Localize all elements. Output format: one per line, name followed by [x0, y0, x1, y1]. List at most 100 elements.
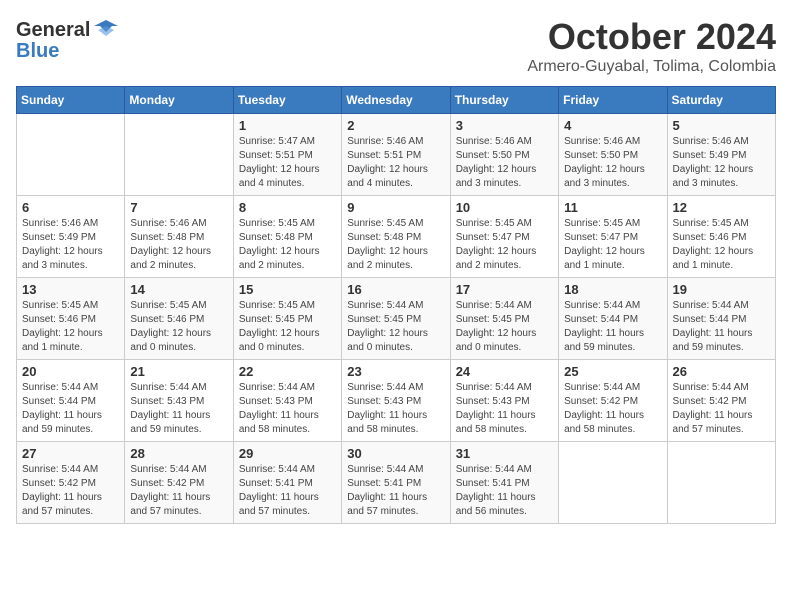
calendar-cell: 31 Sunrise: 5:44 AMSunset: 5:41 PMDayligh…	[450, 442, 558, 524]
day-info: Sunrise: 5:46 AMSunset: 5:50 PMDaylight:…	[564, 135, 661, 191]
day-number: 3	[456, 118, 553, 133]
day-number: 24	[456, 364, 553, 379]
day-info: Sunrise: 5:44 AMSunset: 5:42 PMDaylight:…	[564, 381, 661, 437]
month-title: October 2024	[527, 16, 776, 58]
day-info: Sunrise: 5:46 AMSunset: 5:48 PMDaylight:…	[130, 217, 227, 273]
day-number: 6	[22, 200, 119, 215]
day-info: Sunrise: 5:45 AMSunset: 5:46 PMDaylight:…	[673, 217, 770, 273]
calendar-cell: 29Sunrise: 5:44 AMSunset: 5:41 PMDayligh…	[233, 442, 341, 524]
day-info: Sunrise: 5:45 AMSunset: 5:45 PMDaylight:…	[239, 299, 336, 355]
calendar-cell: 14 Sunrise: 5:45 AMSunset: 5:46 PMDayligh…	[125, 278, 233, 360]
calendar-cell	[559, 442, 667, 524]
day-info: Sunrise: 5:46 AMSunset: 5:49 PMDaylight:…	[22, 217, 119, 273]
calendar-week-1: 1 Sunrise: 5:47 AMSunset: 5:51 PMDaylight…	[17, 114, 776, 196]
day-number: 4	[564, 118, 661, 133]
calendar-cell: 24 Sunrise: 5:44 AMSunset: 5:43 PMDayligh…	[450, 360, 558, 442]
day-number: 19	[673, 282, 770, 297]
calendar-cell: 20 Sunrise: 5:44 AMSunset: 5:44 PMDayligh…	[17, 360, 125, 442]
day-info: Sunrise: 5:44 AMSunset: 5:43 PMDaylight:…	[347, 381, 444, 437]
day-number: 17	[456, 282, 553, 297]
day-info: Sunrise: 5:44 AMSunset: 5:43 PMDaylight:…	[130, 381, 227, 437]
day-info: Sunrise: 5:44 AMSunset: 5:42 PMDaylight:…	[22, 463, 119, 519]
day-info: Sunrise: 5:44 AMSunset: 5:43 PMDaylight:…	[456, 381, 553, 437]
logo-bird-icon	[92, 16, 120, 44]
calendar-table: SundayMondayTuesdayWednesdayThursdayFrid…	[16, 86, 776, 524]
day-info: Sunrise: 5:44 AMSunset: 5:42 PMDaylight:…	[130, 463, 227, 519]
calendar-cell: 2Sunrise: 5:46 AMSunset: 5:51 PMDaylight…	[342, 114, 450, 196]
title-block: October 2024 Armero-Guyabal, Tolima, Col…	[527, 16, 776, 76]
day-number: 5	[673, 118, 770, 133]
calendar-week-3: 13 Sunrise: 5:45 AMSunset: 5:46 PMDayligh…	[17, 278, 776, 360]
day-number: 13	[22, 282, 119, 297]
day-info: Sunrise: 5:45 AMSunset: 5:46 PMDaylight:…	[22, 299, 119, 355]
day-info: Sunrise: 5:45 AMSunset: 5:47 PMDaylight:…	[456, 217, 553, 273]
calendar-cell: 17Sunrise: 5:44 AMSunset: 5:45 PMDayligh…	[450, 278, 558, 360]
day-info: Sunrise: 5:44 AMSunset: 5:44 PMDaylight:…	[22, 381, 119, 437]
calendar-cell: 5Sunrise: 5:46 AMSunset: 5:49 PMDaylight…	[667, 114, 775, 196]
day-info: Sunrise: 5:44 AMSunset: 5:44 PMDaylight:…	[673, 299, 770, 355]
calendar-cell: 30 Sunrise: 5:44 AMSunset: 5:41 PMDayligh…	[342, 442, 450, 524]
day-info: Sunrise: 5:45 AMSunset: 5:48 PMDaylight:…	[347, 217, 444, 273]
day-info: Sunrise: 5:44 AMSunset: 5:42 PMDaylight:…	[673, 381, 770, 437]
day-number: 29	[239, 446, 336, 461]
calendar-week-2: 6 Sunrise: 5:46 AMSunset: 5:49 PMDaylight…	[17, 196, 776, 278]
day-number: 25	[564, 364, 661, 379]
day-number: 15	[239, 282, 336, 297]
day-number: 22	[239, 364, 336, 379]
logo-blue: Blue	[16, 40, 59, 63]
calendar-cell: 10 Sunrise: 5:45 AMSunset: 5:47 PMDayligh…	[450, 196, 558, 278]
calendar-cell: 19 Sunrise: 5:44 AMSunset: 5:44 PMDayligh…	[667, 278, 775, 360]
day-number: 18	[564, 282, 661, 297]
calendar-cell: 23Sunrise: 5:44 AMSunset: 5:43 PMDayligh…	[342, 360, 450, 442]
calendar-week-4: 20 Sunrise: 5:44 AMSunset: 5:44 PMDayligh…	[17, 360, 776, 442]
calendar-cell: 8 Sunrise: 5:45 AMSunset: 5:48 PMDaylight…	[233, 196, 341, 278]
calendar-cell: 16Sunrise: 5:44 AMSunset: 5:45 PMDayligh…	[342, 278, 450, 360]
calendar-cell	[125, 114, 233, 196]
day-info: Sunrise: 5:44 AMSunset: 5:43 PMDaylight:…	[239, 381, 336, 437]
day-info: Sunrise: 5:44 AMSunset: 5:44 PMDaylight:…	[564, 299, 661, 355]
day-number: 1	[239, 118, 336, 133]
calendar-cell: 3 Sunrise: 5:46 AMSunset: 5:50 PMDaylight…	[450, 114, 558, 196]
day-number: 27	[22, 446, 119, 461]
day-number: 31	[456, 446, 553, 461]
day-number: 28	[130, 446, 227, 461]
day-number: 11	[564, 200, 661, 215]
day-number: 14	[130, 282, 227, 297]
calendar-cell: 22 Sunrise: 5:44 AMSunset: 5:43 PMDayligh…	[233, 360, 341, 442]
day-number: 21	[130, 364, 227, 379]
calendar-cell: 7 Sunrise: 5:46 AMSunset: 5:48 PMDaylight…	[125, 196, 233, 278]
calendar-cell: 27 Sunrise: 5:44 AMSunset: 5:42 PMDayligh…	[17, 442, 125, 524]
calendar-cell	[17, 114, 125, 196]
calendar-cell: 18 Sunrise: 5:44 AMSunset: 5:44 PMDayligh…	[559, 278, 667, 360]
calendar-header-row: SundayMondayTuesdayWednesdayThursdayFrid…	[17, 87, 776, 114]
calendar-cell: 21 Sunrise: 5:44 AMSunset: 5:43 PMDayligh…	[125, 360, 233, 442]
day-info: Sunrise: 5:45 AMSunset: 5:48 PMDaylight:…	[239, 217, 336, 273]
day-info: Sunrise: 5:47 AMSunset: 5:51 PMDaylight:…	[239, 135, 336, 191]
day-number: 30	[347, 446, 444, 461]
logo-general: General	[16, 19, 90, 42]
day-number: 7	[130, 200, 227, 215]
calendar-cell: 28 Sunrise: 5:44 AMSunset: 5:42 PMDayligh…	[125, 442, 233, 524]
column-header-sunday: Sunday	[17, 87, 125, 114]
calendar-body: 1 Sunrise: 5:47 AMSunset: 5:51 PMDaylight…	[17, 114, 776, 524]
logo: General Blue	[16, 16, 120, 63]
day-number: 10	[456, 200, 553, 215]
day-info: Sunrise: 5:44 AMSunset: 5:45 PMDaylight:…	[347, 299, 444, 355]
calendar-cell: 15 Sunrise: 5:45 AMSunset: 5:45 PMDayligh…	[233, 278, 341, 360]
page-header: General Blue October 2024 Armero-Guyabal…	[16, 16, 776, 76]
day-number: 8	[239, 200, 336, 215]
column-header-thursday: Thursday	[450, 87, 558, 114]
calendar-cell: 9Sunrise: 5:45 AMSunset: 5:48 PMDaylight…	[342, 196, 450, 278]
day-info: Sunrise: 5:44 AMSunset: 5:41 PMDaylight:…	[456, 463, 553, 519]
day-number: 12	[673, 200, 770, 215]
day-number: 20	[22, 364, 119, 379]
day-info: Sunrise: 5:46 AMSunset: 5:50 PMDaylight:…	[456, 135, 553, 191]
calendar-cell: 6 Sunrise: 5:46 AMSunset: 5:49 PMDaylight…	[17, 196, 125, 278]
calendar-cell: 11Sunrise: 5:45 AMSunset: 5:47 PMDayligh…	[559, 196, 667, 278]
day-number: 26	[673, 364, 770, 379]
day-info: Sunrise: 5:45 AMSunset: 5:46 PMDaylight:…	[130, 299, 227, 355]
day-number: 2	[347, 118, 444, 133]
location-subtitle: Armero-Guyabal, Tolima, Colombia	[527, 58, 776, 76]
day-info: Sunrise: 5:44 AMSunset: 5:41 PMDaylight:…	[347, 463, 444, 519]
column-header-saturday: Saturday	[667, 87, 775, 114]
